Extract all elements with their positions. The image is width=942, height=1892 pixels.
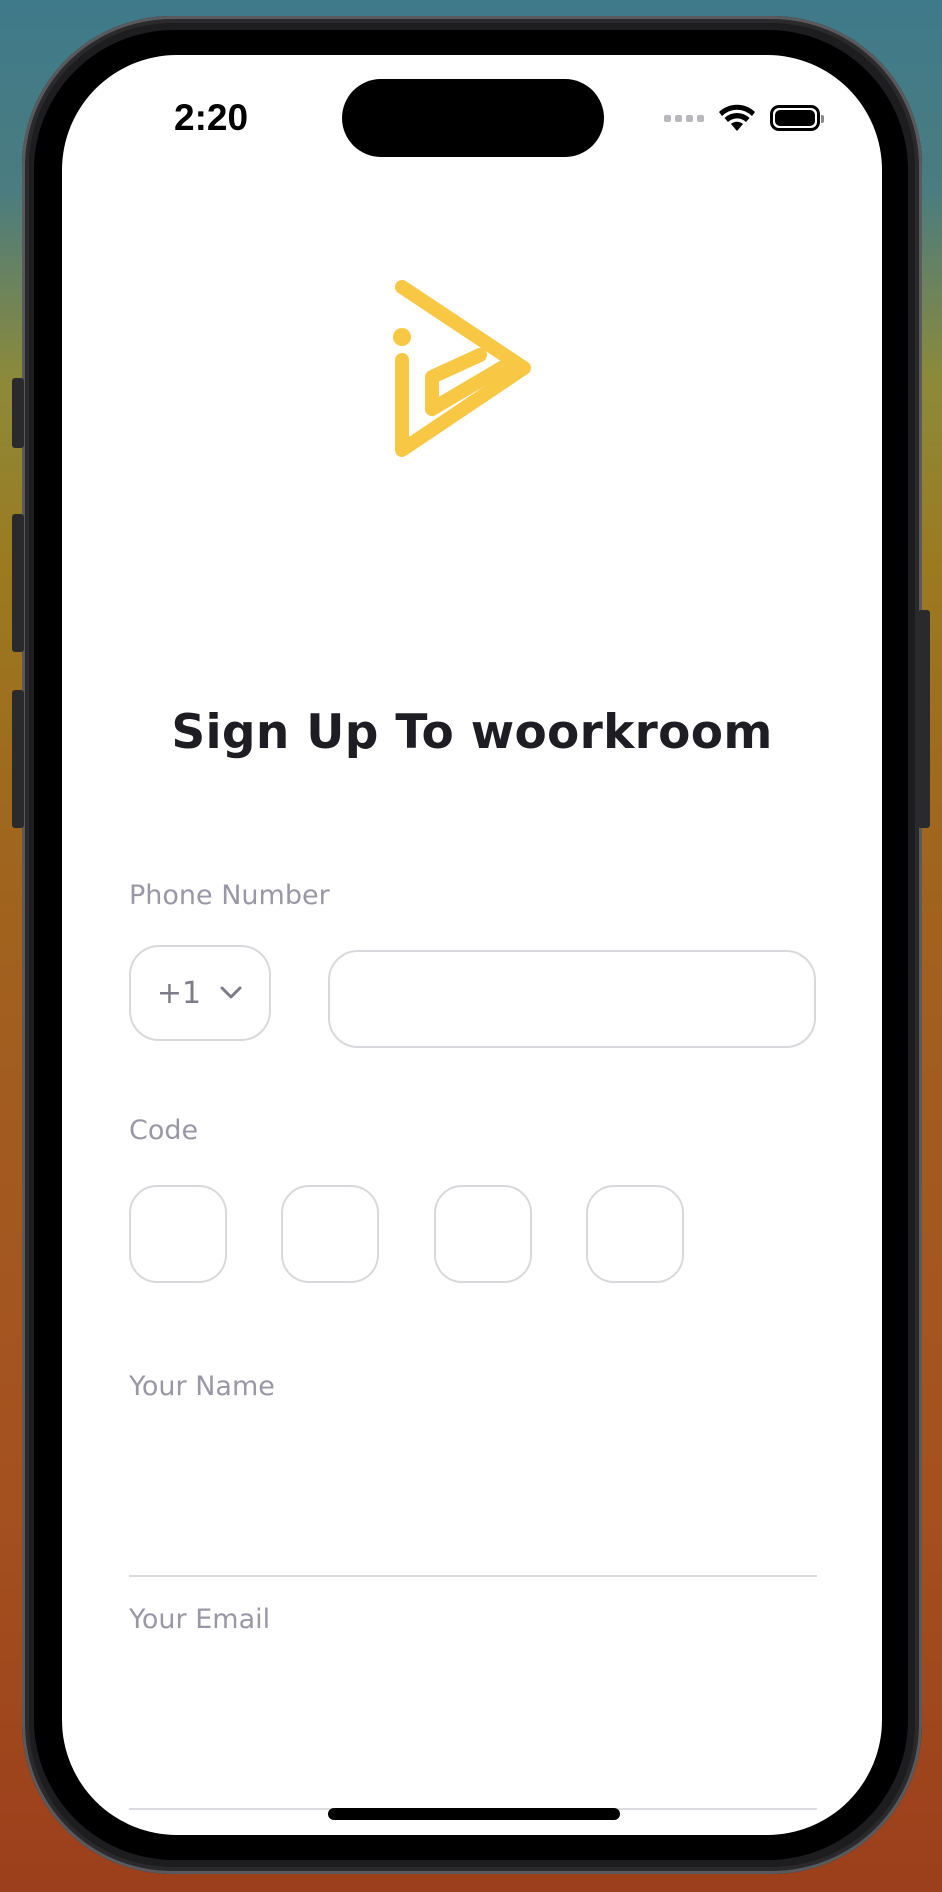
your-email-label: Your Email bbox=[129, 1604, 271, 1635]
dynamic-island bbox=[342, 79, 604, 157]
wifi-icon bbox=[719, 104, 755, 131]
home-indicator bbox=[328, 1808, 620, 1820]
phone-number-input[interactable] bbox=[328, 950, 816, 1048]
page-title: Sign Up To woorkroom bbox=[171, 705, 773, 760]
email-input[interactable] bbox=[129, 1748, 817, 1810]
code-digit-4[interactable] bbox=[586, 1185, 684, 1283]
volume-up-button bbox=[12, 514, 24, 652]
action-button bbox=[12, 378, 24, 448]
volume-down-button bbox=[12, 690, 24, 828]
code-label: Code bbox=[129, 1115, 199, 1146]
power-button bbox=[918, 610, 930, 828]
signal-dots-icon bbox=[664, 114, 704, 122]
status-icons bbox=[664, 103, 824, 133]
phone-number-label: Phone Number bbox=[129, 880, 330, 911]
app-screen: 2:20 Sign Up To woorkroom Phone Number +… bbox=[62, 55, 882, 1835]
country-code-select[interactable]: +1 bbox=[129, 945, 271, 1041]
code-digit-2[interactable] bbox=[281, 1185, 379, 1283]
battery-icon bbox=[770, 105, 824, 131]
status-time: 2:20 bbox=[174, 97, 249, 138]
country-code-value: +1 bbox=[156, 975, 202, 1011]
chevron-down-icon bbox=[220, 986, 242, 999]
play-logo-icon bbox=[393, 280, 531, 457]
code-digit-1[interactable] bbox=[129, 1185, 227, 1283]
code-digit-3[interactable] bbox=[434, 1185, 532, 1283]
your-name-label: Your Name bbox=[129, 1371, 275, 1402]
name-input[interactable] bbox=[129, 1515, 817, 1577]
